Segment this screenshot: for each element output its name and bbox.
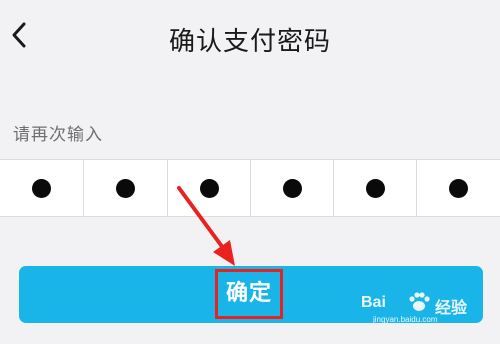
watermark-brand-right: 经验 [435,300,468,317]
pin-dot [366,179,385,198]
watermark-url: jingyan.baidu.com [373,315,438,324]
pin-digit-cell[interactable] [250,160,333,216]
pin-digit-cell[interactable] [0,160,83,216]
pin-prompt: 请再次输入 [13,125,103,145]
pin-digit-cell[interactable] [416,160,500,216]
pin-dot [32,179,51,198]
watermark-logo: Bai 经验 jingyan.baidu.com [355,287,495,327]
top-bar: 确认支付密码 [0,0,500,70]
pin-dot [116,179,135,198]
pin-dot [449,179,468,198]
confirm-button-label[interactable]: 确定 [215,269,283,319]
pin-digit-cell[interactable] [333,160,416,216]
pin-digit-cell[interactable] [83,160,167,216]
pin-dot [283,179,302,198]
page-title: 确认支付密码 [168,27,331,57]
red-arrow-icon [177,186,235,266]
paw-icon [409,292,430,311]
pin-input[interactable] [0,159,500,217]
watermark-brand-left: Bai [361,294,386,311]
